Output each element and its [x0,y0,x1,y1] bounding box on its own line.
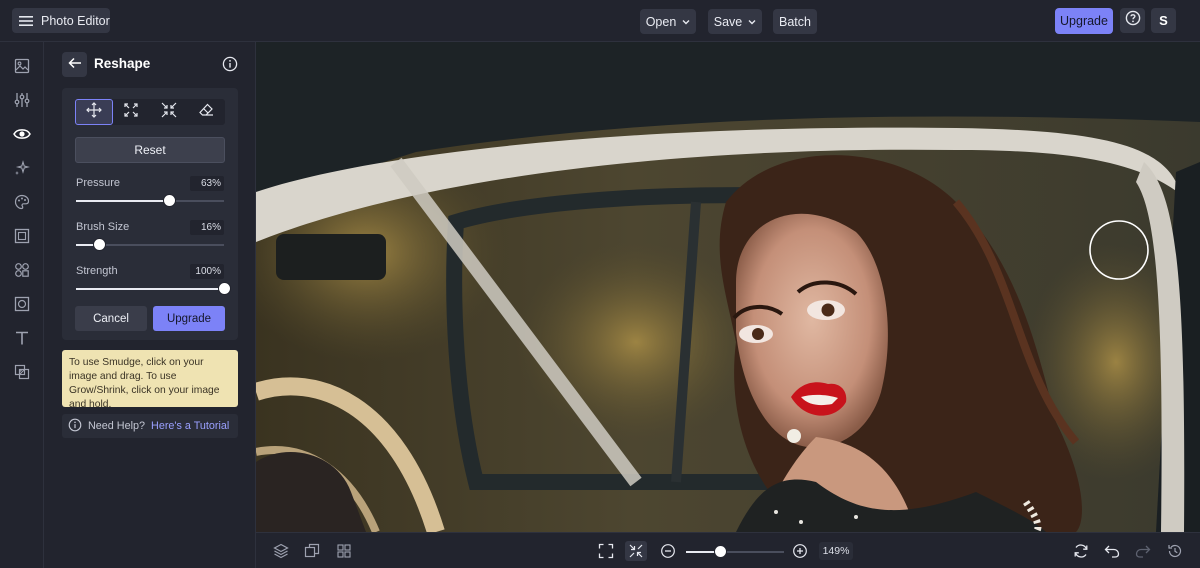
reshape-tool-selector [75,99,225,125]
strength-slider[interactable] [76,282,231,295]
zoom-slider[interactable] [686,545,784,558]
help-button[interactable] [1120,8,1145,33]
app-name: Photo Editor [41,13,110,28]
arrow-left-icon [67,56,82,74]
palette-icon[interactable] [12,192,32,212]
history-icon[interactable] [1164,541,1186,561]
open-button[interactable]: Open [640,9,696,34]
pressure-value[interactable]: 63% [190,176,224,191]
strength-value[interactable]: 100% [190,264,224,279]
smudge-tool-button[interactable] [75,99,113,125]
compare-icon[interactable] [301,541,323,561]
save-label: Save [713,14,743,29]
grid-icon[interactable] [333,541,355,561]
photo-editor-app: Photo Editor Open Save Batch Upgrade S R… [0,0,1200,568]
zoom-slider-thumb[interactable] [713,545,727,558]
photo [256,42,1200,532]
question-circle-icon [1125,10,1141,31]
help-row: Need Help? Here's a Tutorial [62,414,238,438]
upgrade-button[interactable]: Upgrade [1055,8,1113,34]
brush-size-slider[interactable] [76,238,224,251]
grow-tool-button[interactable] [113,99,151,125]
strength-slider-fill [76,288,224,290]
reshape-panel: Reshape Reset Pressure 63% Brush Size 16… [44,42,256,568]
panel-upgrade-button[interactable]: Upgrade [153,306,225,331]
strength-label: Strength [76,265,118,277]
reset-button[interactable]: Reset [75,137,225,163]
crop-overlay-icon[interactable] [12,294,32,314]
shrink-tool-icon [161,102,177,123]
help-text: Need Help? [88,420,146,432]
panel-title: Reshape [94,56,151,71]
bottom-toolbar: 149% [256,532,1200,568]
cancel-button[interactable]: Cancel [75,306,147,331]
image-canvas[interactable] [256,42,1200,532]
save-button[interactable]: Save [708,9,762,34]
usage-tip: To use Smudge, click on your image and d… [62,350,238,410]
redo-icon[interactable] [1132,541,1154,561]
main-menu-button[interactable]: Photo Editor [12,8,110,33]
strength-slider-thumb[interactable] [217,282,231,295]
top-bar: Photo Editor Open Save Batch Upgrade S [0,0,1200,42]
grow-tool-icon [123,102,139,123]
brush-size-slider-thumb[interactable] [93,238,107,251]
info-icon [68,418,82,435]
eraser-tool-icon [198,102,214,123]
image-icon[interactable] [12,56,32,76]
info-icon[interactable] [221,55,239,73]
eraser-tool-button[interactable] [188,99,226,125]
text-icon[interactable] [12,328,32,348]
actual-size-icon[interactable] [625,541,647,561]
back-button[interactable] [62,52,87,77]
reset-refresh-icon[interactable] [1070,541,1092,561]
user-avatar[interactable]: S [1151,8,1176,33]
adjust-sliders-icon[interactable] [12,90,32,110]
sparkle-effects-icon[interactable] [12,158,32,178]
shrink-tool-button[interactable] [150,99,188,125]
chevron-down-icon [748,19,756,25]
brush-size-value[interactable]: 16% [190,220,224,235]
frame-icon[interactable] [12,226,32,246]
eye-icon[interactable] [12,124,32,144]
reshape-controls: Reset Pressure 63% Brush Size 16% Streng… [62,88,238,340]
chevron-down-icon [682,19,690,25]
tutorial-link[interactable]: Here's a Tutorial [151,420,229,432]
layers-icon[interactable] [270,541,292,561]
pressure-slider-thumb[interactable] [162,194,176,207]
zoom-level[interactable]: 149% [819,542,853,560]
hamburger-icon [19,15,33,27]
zoom-in-icon[interactable] [789,541,811,561]
brush-size-label: Brush Size [76,221,130,233]
graphics-icon[interactable] [12,260,32,280]
zoom-out-icon[interactable] [657,541,679,561]
batch-button[interactable]: Batch [773,9,817,34]
pressure-slider-fill [76,200,170,202]
layers-textures-icon[interactable] [12,362,32,382]
open-label: Open [645,14,677,29]
pressure-label: Pressure [76,177,121,189]
pressure-slider[interactable] [76,194,224,207]
tool-rail [0,42,44,568]
smudge-tool-icon [85,101,102,123]
undo-icon[interactable] [1101,541,1123,561]
fit-screen-icon[interactable] [595,541,617,561]
